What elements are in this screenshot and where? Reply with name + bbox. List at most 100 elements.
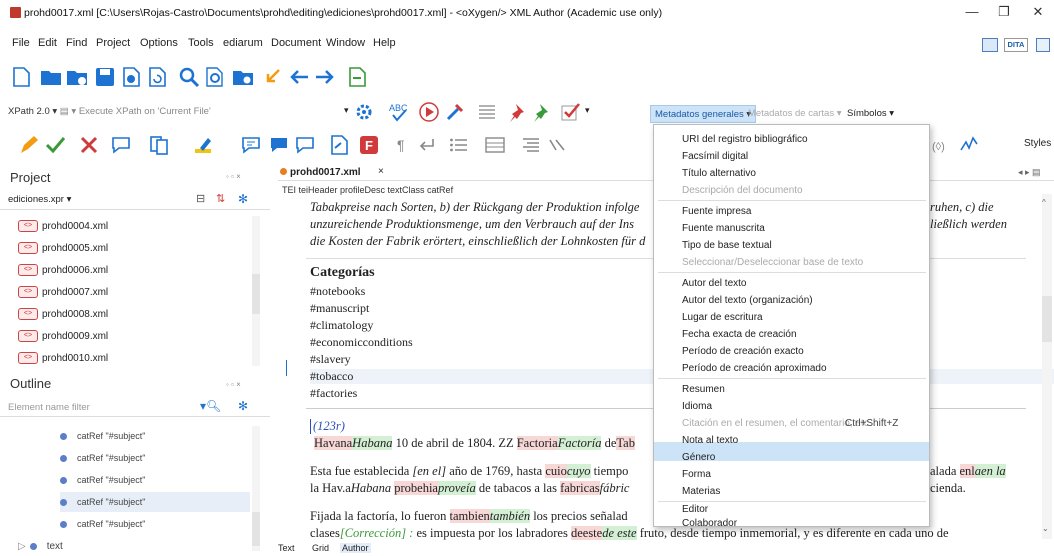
deletion-text[interactable]: fabricas	[560, 481, 600, 495]
menu-options[interactable]: Options	[140, 37, 178, 49]
outline-item[interactable]: catRef "#subject"	[60, 426, 145, 446]
panel-controls-icon[interactable]: ◦ ▫ ×	[226, 172, 241, 181]
menu-item-genero[interactable]: Género	[682, 452, 715, 463]
menu-item-fuente-impresa[interactable]: Fuente impresa	[682, 206, 751, 217]
outline-item-selected[interactable]: catRef "#subject"	[60, 492, 250, 512]
menu-document[interactable]: Document	[271, 37, 321, 49]
menu-item-periodo-aproximado[interactable]: Período de creación aproximado	[682, 363, 827, 374]
pin-green-icon[interactable]	[530, 101, 552, 123]
menu-item-nota-texto[interactable]: Nota al texto	[682, 435, 738, 446]
category-tag[interactable]: #economicconditions	[310, 335, 413, 350]
drag-orange-arrow-icon[interactable]	[262, 66, 284, 88]
editor-scrollbar[interactable]	[1042, 194, 1052, 539]
scroll-up-icon[interactable]: ^	[1042, 198, 1046, 207]
run-play-icon[interactable]	[418, 101, 440, 123]
edit-pencil-icon[interactable]	[18, 134, 40, 156]
outline-item[interactable]: catRef "#subject"	[60, 470, 145, 490]
correction-text[interactable]: cuyo	[566, 464, 591, 478]
xpath-scope-icon[interactable]: ▤ ▾	[60, 106, 79, 117]
align-icon[interactable]	[520, 134, 542, 156]
format-f-icon[interactable]: F	[358, 134, 380, 156]
deletion-text[interactable]: cuio	[545, 464, 567, 478]
new-file-icon[interactable]	[10, 66, 32, 88]
configure-icon[interactable]	[444, 101, 466, 123]
deletion-text[interactable]: Factoria	[516, 436, 558, 450]
breadcrumb[interactable]: TEI teiHeader profileDesc textClass catR…	[282, 185, 453, 195]
file-item-prohd0005[interactable]: <> prohd0005.xml	[18, 238, 108, 258]
menu-item-fuente-manuscrita[interactable]: Fuente manuscrita	[682, 223, 765, 234]
menu-item-lugar-escritura[interactable]: Lugar de escritura	[682, 312, 763, 323]
find-in-project-icon[interactable]	[232, 66, 254, 88]
file-item-prohd0008[interactable]: <> prohd0008.xml	[18, 304, 108, 324]
correction-text[interactable]: Habana	[352, 436, 393, 450]
menu-item-periodo-exacto[interactable]: Período de creación exacto	[682, 346, 804, 357]
save-icon[interactable]	[94, 66, 116, 88]
close-button[interactable]: ✕	[1028, 4, 1048, 20]
validate-dropdown-icon[interactable]: ▾	[585, 105, 590, 116]
perspective-editor-icon[interactable]	[982, 38, 998, 52]
highlight-marker-icon[interactable]	[192, 134, 214, 156]
insert-comment-icon[interactable]	[240, 134, 262, 156]
xpath-input[interactable]: XPath 2.0 ▾ ▤ ▾ Execute XPath on 'Curren…	[8, 106, 338, 121]
table-icon[interactable]	[484, 134, 506, 156]
close-tab-icon[interactable]: ×	[378, 166, 384, 177]
document-arrow-icon[interactable]	[328, 134, 350, 156]
correction-text[interactable]: aen la	[974, 464, 1006, 478]
category-tag[interactable]: #manuscript	[310, 301, 369, 316]
menu-window[interactable]: Window	[326, 37, 365, 49]
deletion-text[interactable]: Tab	[616, 436, 635, 450]
file-item-prohd0004[interactable]: <> prohd0004.xml	[18, 216, 108, 236]
perspective-dita-button[interactable]: DITA	[1004, 38, 1028, 52]
link-editor-icon[interactable]: ⇅	[216, 192, 225, 205]
menu-item-editor[interactable]: Editor	[682, 504, 708, 515]
outline-item-text[interactable]: ▷ text	[18, 536, 63, 556]
file-item-prohd0006[interactable]: <> prohd0006.xml	[18, 260, 108, 280]
menu-edit[interactable]: Edit	[38, 37, 57, 49]
menu-item-forma[interactable]: Forma	[682, 469, 711, 480]
remove-comment-icon[interactable]	[294, 134, 316, 156]
correction-label[interactable]: [Corrección] :	[340, 526, 414, 540]
editor-scrollbar-thumb[interactable]	[1042, 296, 1052, 342]
menu-item-titulo-alternativo[interactable]: Título alternativo	[682, 168, 756, 179]
menu-find[interactable]: Find	[66, 37, 87, 49]
menu-item-facsimil[interactable]: Facsímil digital	[682, 151, 748, 162]
save-to-url-icon[interactable]	[120, 66, 142, 88]
menu-file[interactable]: File	[12, 37, 30, 49]
maximize-button[interactable]: ❐	[994, 4, 1014, 20]
project-settings-gear-icon[interactable]: ✻	[238, 192, 248, 206]
comment-icon[interactable]	[110, 134, 132, 156]
xpath-version[interactable]: XPath 2.0	[8, 106, 50, 117]
format-indent-icon[interactable]	[476, 101, 498, 123]
open-url-icon[interactable]	[66, 66, 88, 88]
deletion-text[interactable]: Havana	[314, 436, 353, 450]
minimize-button[interactable]: —	[962, 4, 982, 19]
filter-search-icon[interactable]: ▾🔍︎	[200, 399, 221, 413]
tab-text[interactable]: Text	[278, 543, 295, 553]
menu-item-uri-registro[interactable]: URI del registro bibliográfico	[682, 134, 808, 145]
collapse-all-icon[interactable]: ⊟	[196, 192, 205, 205]
find-in-files-icon[interactable]	[204, 66, 226, 88]
correction-text[interactable]: Factoría	[557, 436, 602, 450]
category-tag[interactable]: #slavery	[310, 352, 351, 367]
menu-project[interactable]: Project	[96, 37, 130, 49]
styles-button[interactable]: Styles	[1024, 138, 1051, 149]
menu-item-autor-texto[interactable]: Autor del texto	[682, 278, 746, 289]
outline-item[interactable]: catRef "#subject"	[60, 448, 145, 468]
open-folder-icon[interactable]	[40, 66, 62, 88]
edit-comment-icon[interactable]	[268, 134, 290, 156]
menu-item-resumen[interactable]: Resumen	[682, 384, 725, 395]
menu-item-tipo-base-textual[interactable]: Tipo de base textual	[682, 240, 772, 251]
transform-scenario-icon[interactable]	[346, 66, 368, 88]
scroll-down-icon[interactable]: ⌄	[1042, 524, 1049, 533]
pin-add-icon[interactable]	[506, 101, 528, 123]
reload-icon[interactable]	[146, 66, 168, 88]
tab-grid[interactable]: Grid	[312, 543, 329, 553]
reject-x-icon[interactable]	[78, 134, 100, 156]
project-file-select[interactable]: ediciones.xpr ▾	[8, 194, 71, 205]
menu-help[interactable]: Help	[373, 37, 396, 49]
menu-item-fecha-exacta[interactable]: Fecha exacta de creación	[682, 329, 797, 340]
back-arrow-icon[interactable]	[288, 66, 310, 88]
correction-text[interactable]: proveía	[437, 481, 476, 495]
list-icon[interactable]	[448, 134, 470, 156]
tab-nav-arrows-icon[interactable]: ◂ ▸ ▤	[1018, 167, 1041, 178]
